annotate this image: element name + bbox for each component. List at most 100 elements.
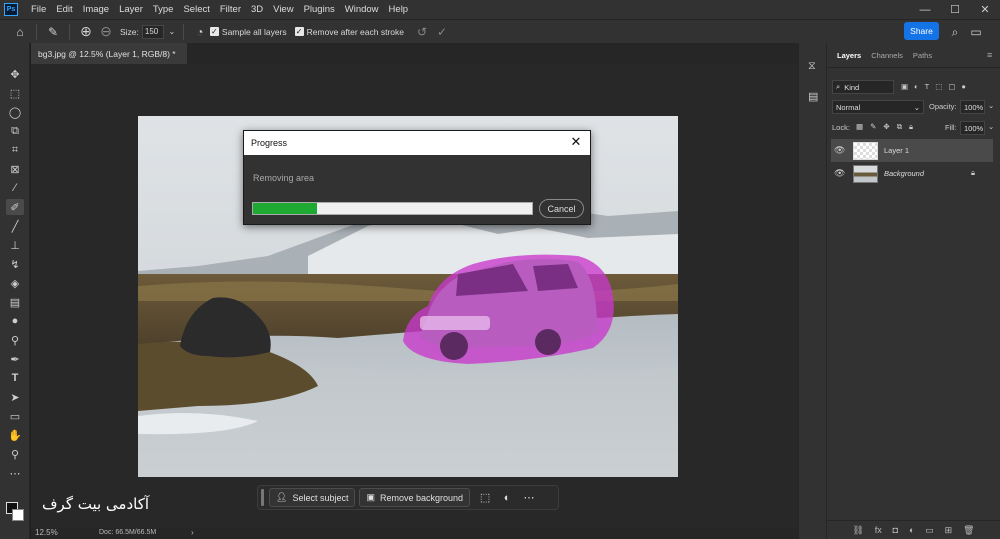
new-group-icon[interactable]: ▭ <box>925 525 934 536</box>
menu-type[interactable]: Type <box>148 4 179 15</box>
lock-all-icon[interactable]: 🔒︎ <box>909 122 913 132</box>
history-brush-tool-icon[interactable]: ↯ <box>6 256 24 272</box>
layer-row[interactable]: 👁︎ Layer 1 <box>831 139 993 162</box>
chevron-down-icon[interactable]: ⌄ <box>988 122 994 131</box>
eyedropper-tool-icon[interactable]: ⁄ <box>6 180 24 196</box>
chevron-down-icon[interactable]: ⌄ <box>988 101 994 110</box>
adjustment-layer-icon[interactable]: ◐ <box>909 525 914 535</box>
type-tool-icon[interactable]: T <box>6 370 24 386</box>
close-window-icon[interactable]: ✕ <box>970 3 1000 16</box>
visibility-eye-icon[interactable]: 👁︎ <box>834 168 846 179</box>
menu-plugins[interactable]: Plugins <box>299 4 340 15</box>
menu-help[interactable]: Help <box>384 4 414 15</box>
transform-icon[interactable]: ⬚ <box>474 488 496 507</box>
blend-mode-select[interactable]: Normal ⌄ <box>832 100 924 114</box>
add-mode-icon[interactable]: ⊕ <box>76 22 96 42</box>
lock-position-icon[interactable]: ✥ <box>883 122 889 132</box>
path-selection-tool-icon[interactable]: ➤ <box>6 389 24 405</box>
close-icon[interactable]: ✕ <box>568 134 584 150</box>
panel-menu-icon[interactable]: ≡ <box>987 50 992 60</box>
checkbox-checked-icon[interactable]: ✓ <box>209 27 219 36</box>
zoom-tool-icon[interactable]: ⚲ <box>6 446 24 462</box>
type-filter-icon[interactable]: T <box>925 82 930 91</box>
chevron-down-icon[interactable]: ⌄ <box>167 22 177 42</box>
drag-handle[interactable] <box>261 489 264 506</box>
commit-checkmark-icon[interactable]: ✓ <box>432 22 452 42</box>
remove-tool-preset-icon[interactable]: ✎ <box>43 22 63 42</box>
add-mask-icon[interactable]: ◘ <box>893 525 898 535</box>
stamp-tool-icon[interactable]: ⊥ <box>6 237 24 253</box>
smart-object-filter-icon[interactable]: ▢ <box>948 82 955 91</box>
shape-filter-icon[interactable]: ⬚ <box>935 82 942 91</box>
more-options-icon[interactable]: ⋯ <box>518 488 540 507</box>
cancel-button[interactable]: Cancel <box>539 199 584 218</box>
menu-3d[interactable]: 3D <box>246 4 268 15</box>
blur-tool-icon[interactable]: ● <box>6 313 24 329</box>
menu-filter[interactable]: Filter <box>215 4 246 15</box>
adjustment-filter-icon[interactable]: ◐ <box>914 82 919 91</box>
marquee-tool-icon[interactable]: ⬚ <box>6 85 24 101</box>
dodge-tool-icon[interactable]: ⚲ <box>6 332 24 348</box>
home-icon[interactable]: ⌂ <box>10 22 30 42</box>
layer-name[interactable]: Background <box>884 169 924 178</box>
size-input[interactable] <box>141 24 164 39</box>
history-panel-icon[interactable]: ⧖ <box>808 60 816 73</box>
menu-view[interactable]: View <box>268 4 298 15</box>
tab-paths[interactable]: Paths <box>908 51 937 60</box>
checkbox-checked-icon[interactable]: ✓ <box>294 27 304 36</box>
tab-layers[interactable]: Layers <box>832 51 866 60</box>
lock-icon[interactable]: 🔒︎ <box>971 168 975 178</box>
brush-settings-icon[interactable]: ◔ <box>190 22 210 42</box>
delete-layer-icon[interactable]: 🗑︎ <box>963 525 974 536</box>
properties-panel-icon[interactable]: ▤ <box>808 90 818 103</box>
opacity-input[interactable]: 100% <box>960 100 985 114</box>
adjustment-icon[interactable]: ◐ <box>496 488 518 507</box>
select-subject-button[interactable]: 👤︎ Select subject <box>269 488 356 507</box>
share-button[interactable]: Share <box>904 22 939 40</box>
lock-pixels-icon[interactable]: ✎ <box>870 122 876 132</box>
remove-background-button[interactable]: ▣ Remove background <box>359 488 471 507</box>
menu-file[interactable]: File <box>26 4 51 15</box>
crop-tool-icon[interactable]: ⌗ <box>6 142 24 158</box>
pixel-filter-icon[interactable]: ▣ <box>901 82 908 91</box>
menu-image[interactable]: Image <box>78 4 114 15</box>
menu-layer[interactable]: Layer <box>114 4 148 15</box>
object-selection-tool-icon[interactable]: ⧉ <box>6 123 24 139</box>
gradient-tool-icon[interactable]: ▤ <box>6 294 24 310</box>
remove-after-stroke-option[interactable]: ✓ Remove after each stroke <box>294 27 404 37</box>
eraser-tool-icon[interactable]: ◈ <box>6 275 24 291</box>
lock-transparency-icon[interactable]: ▦ <box>856 122 863 132</box>
move-tool-icon[interactable]: ✥ <box>6 66 24 82</box>
fill-input[interactable]: 100% <box>960 121 985 135</box>
layer-row[interactable]: 👁︎ Background 🔒︎ <box>831 162 993 185</box>
menu-window[interactable]: Window <box>340 4 384 15</box>
rectangle-tool-icon[interactable]: ▭ <box>6 408 24 424</box>
workspace-icon[interactable]: ▭ <box>966 22 986 42</box>
menu-edit[interactable]: Edit <box>51 4 77 15</box>
layer-filter-kind[interactable]: ⌕ Kind <box>832 80 894 94</box>
brush-tool-icon[interactable]: ╱ <box>6 218 24 234</box>
document-tab[interactable]: bg3.jpg @ 12.5% (Layer 1, RGB/8) * <box>31 43 187 64</box>
sample-all-layers-option[interactable]: ✓ Sample all layers <box>209 27 287 37</box>
layer-effects-icon[interactable]: fx <box>875 525 882 535</box>
link-layers-icon[interactable]: ⛓︎ <box>852 525 863 536</box>
hand-tool-icon[interactable]: ✋ <box>6 427 24 443</box>
layer-name[interactable]: Layer 1 <box>884 146 909 155</box>
minimize-icon[interactable]: — <box>910 4 940 16</box>
filter-toggle-icon[interactable]: ● <box>961 82 966 91</box>
search-icon[interactable]: ⌕ <box>945 22 965 42</box>
pen-tool-icon[interactable]: ✒ <box>6 351 24 367</box>
lock-artboard-icon[interactable]: ⧉ <box>897 122 902 132</box>
visibility-eye-icon[interactable]: 👁︎ <box>834 145 846 156</box>
tab-channels[interactable]: Channels <box>866 51 908 60</box>
lasso-tool-icon[interactable]: ◯ <box>6 104 24 120</box>
frame-tool-icon[interactable]: ⊠ <box>6 161 24 177</box>
maximize-icon[interactable]: ☐ <box>940 3 970 16</box>
new-layer-icon[interactable]: ⊞ <box>945 525 953 536</box>
remove-tool-icon[interactable]: ✐ <box>6 199 24 215</box>
zoom-level[interactable]: 12.5% <box>35 528 58 537</box>
chevron-right-icon[interactable]: › <box>191 528 194 537</box>
menu-select[interactable]: Select <box>178 4 214 15</box>
background-color-swatch[interactable] <box>12 509 24 521</box>
subtract-mode-icon[interactable]: ⊖ <box>96 22 116 42</box>
